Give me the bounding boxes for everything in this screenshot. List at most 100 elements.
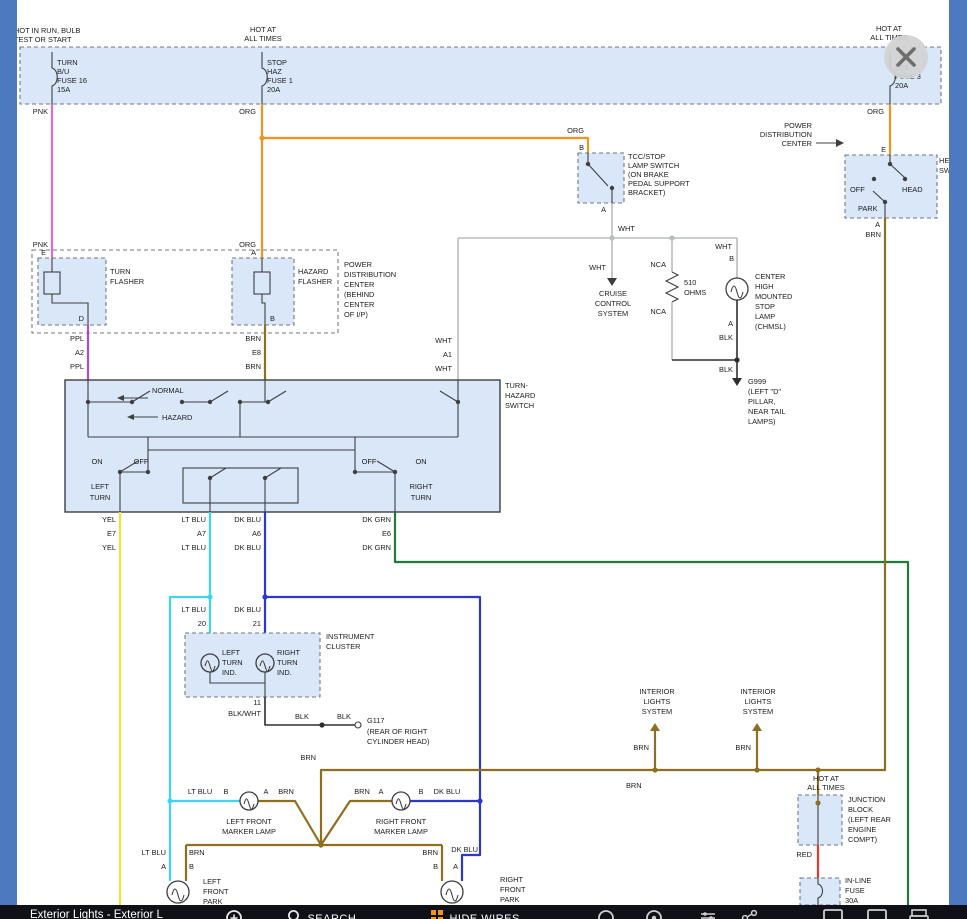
system-ref-label: SYSTEM: [642, 707, 672, 716]
component-label: IN-LINE: [845, 876, 871, 885]
fuse-label: FUSE 16: [57, 76, 87, 85]
system-ref-label: INTERIOR: [740, 687, 775, 696]
resistor-510: NCA NCA 510 OHMS: [650, 260, 706, 360]
circle-tool-icon: [597, 909, 615, 919]
close-button[interactable]: [884, 35, 928, 79]
pdc-ref-label: POWER: [784, 121, 812, 130]
fuse-label: TURN: [57, 58, 78, 67]
switch-mode-label: NORMAL: [152, 386, 184, 395]
component-label: POWER: [344, 260, 372, 269]
ground-label: G117: [367, 716, 385, 725]
terminal-label: E: [881, 145, 886, 154]
hot-in-run-label: HOT IN RUN, BULB: [14, 26, 80, 35]
hide-wires-button[interactable]: HIDE WIRES: [430, 909, 520, 919]
tool-button-2[interactable]: [645, 909, 663, 919]
component-label: TURN: [110, 267, 131, 276]
wire-label-dkblu: DK BLU: [234, 605, 261, 614]
tool-button-3[interactable]: [699, 909, 717, 919]
component-label: OF I/P): [344, 310, 368, 319]
wire-label-ppl: PPL: [70, 362, 84, 371]
terminal-label: 21: [253, 619, 261, 628]
wire-label-nca: NCA: [650, 307, 666, 316]
close-icon: [884, 35, 928, 79]
print-button[interactable]: [909, 909, 929, 919]
monitor-icon: [823, 909, 843, 919]
ground-label: (REAR OF RIGHT: [367, 727, 428, 736]
feed-wires: PNK PNK ORG ORG ORG ORG: [33, 104, 890, 258]
share-icon: [741, 909, 759, 919]
wire-label-blkwht: BLK/WHT: [228, 709, 261, 718]
terminal-label: B: [433, 862, 438, 871]
tcc-stop-lamp-switch: B A TCC/STOP LAMP SWITCH (ON BRAKE PEDAL…: [578, 143, 690, 214]
wire-label-dkgrn: DK GRN: [362, 543, 391, 552]
terminal-label: E: [41, 248, 46, 257]
ground-g117: BLK BLK G117 (REAR OF RIGHT CYLINDER HEA…: [265, 697, 429, 746]
component-label: TCC/STOP: [628, 152, 665, 161]
arrow-up-icon: [752, 723, 762, 731]
wire-label-wht: WHT: [618, 224, 635, 233]
component-label: TURN-: [505, 381, 529, 390]
wire-label-dkblu: DK BLU: [434, 787, 461, 796]
pdc-ref-label: CENTER: [782, 139, 812, 148]
ground-label: G999: [748, 377, 766, 386]
system-ref-label: INTERIOR: [639, 687, 674, 696]
component-label: CLUSTER: [326, 642, 361, 651]
terminal-label: B: [579, 143, 584, 152]
terminal-label: 20: [198, 619, 206, 628]
wire-label-wht: WHT: [435, 364, 452, 373]
component-label: BLOCK: [848, 805, 873, 814]
junction-block: HOT AT ALL TIMES JUNCTION BLOCK (LEFT RE…: [796, 774, 891, 905]
tool-button-1[interactable]: [597, 909, 615, 919]
terminal-label: A: [453, 862, 458, 871]
terminal-label: E7: [107, 529, 116, 538]
component-label: LAMP: [755, 312, 775, 321]
wire-label-red: RED: [796, 850, 812, 859]
wires-icon: [430, 909, 445, 919]
ground-label: PILLAR,: [748, 397, 776, 406]
terminal-label: D: [79, 314, 84, 323]
component-label: STOP: [755, 302, 775, 311]
pdc-ref-label: DISTRIBUTION: [760, 130, 812, 139]
monitor-button-2[interactable]: [867, 909, 887, 919]
terminal-label: E6: [382, 529, 391, 538]
component-label: FRONT: [500, 885, 526, 894]
component-label: BRACKET): [628, 188, 665, 197]
switch-position-label: HEAD: [902, 185, 923, 194]
left-edge-panel: [0, 0, 17, 919]
zoom-button[interactable]: [225, 909, 243, 919]
terminal-label: E8: [252, 348, 261, 357]
system-ref-label: SYSTEM: [743, 707, 773, 716]
bottom-toolbar: Exterior Lights - Exterior L SEARCH HIDE…: [0, 905, 967, 919]
wire-label-yel: YEL: [102, 543, 116, 552]
wire-label-brn: BRN: [354, 787, 370, 796]
hot-at-label: HOT AT: [813, 774, 839, 783]
wire-label-blk: BLK: [337, 712, 351, 721]
wire-org-branch: [262, 138, 588, 153]
arrow-right-icon: [836, 139, 844, 147]
wiring-diagram: HOT IN RUN, BULB TEST OR START HOT AT AL…: [0, 0, 967, 919]
lamp-icon: [240, 792, 258, 810]
wire-label-ltblu: LT BLU: [182, 515, 206, 524]
component-label: LEFT: [203, 877, 222, 886]
terminal-label: A6: [252, 529, 261, 538]
search-button[interactable]: SEARCH: [287, 909, 356, 919]
wiring-diagram-viewer: HOT IN RUN, BULB TEST OR START HOT AT AL…: [0, 0, 967, 919]
switch-position-label: PARK: [858, 204, 878, 213]
inline-fuse-box: [800, 878, 840, 905]
wire-label-brn: BRN: [189, 848, 205, 857]
monitor-button-1[interactable]: [823, 909, 843, 919]
component-label: (CHMSL): [755, 322, 786, 331]
component-label: HIGH: [755, 282, 773, 291]
zoom-icon: [225, 909, 243, 919]
tool-button-4[interactable]: [741, 909, 759, 919]
component-label: (ON BRAKE: [628, 170, 669, 179]
indicator-label: IND.: [277, 668, 292, 677]
terminal-label: B: [729, 254, 734, 263]
component-label: (BEHIND: [344, 290, 374, 299]
ground-label: (LEFT "D": [748, 387, 781, 396]
lamp-icon: [441, 881, 463, 903]
lamp-icon: [167, 881, 189, 903]
lamp-icon: [726, 278, 748, 300]
ground-label: CYLINDER HEAD): [367, 737, 429, 746]
resistor-value: OHMS: [684, 288, 706, 297]
